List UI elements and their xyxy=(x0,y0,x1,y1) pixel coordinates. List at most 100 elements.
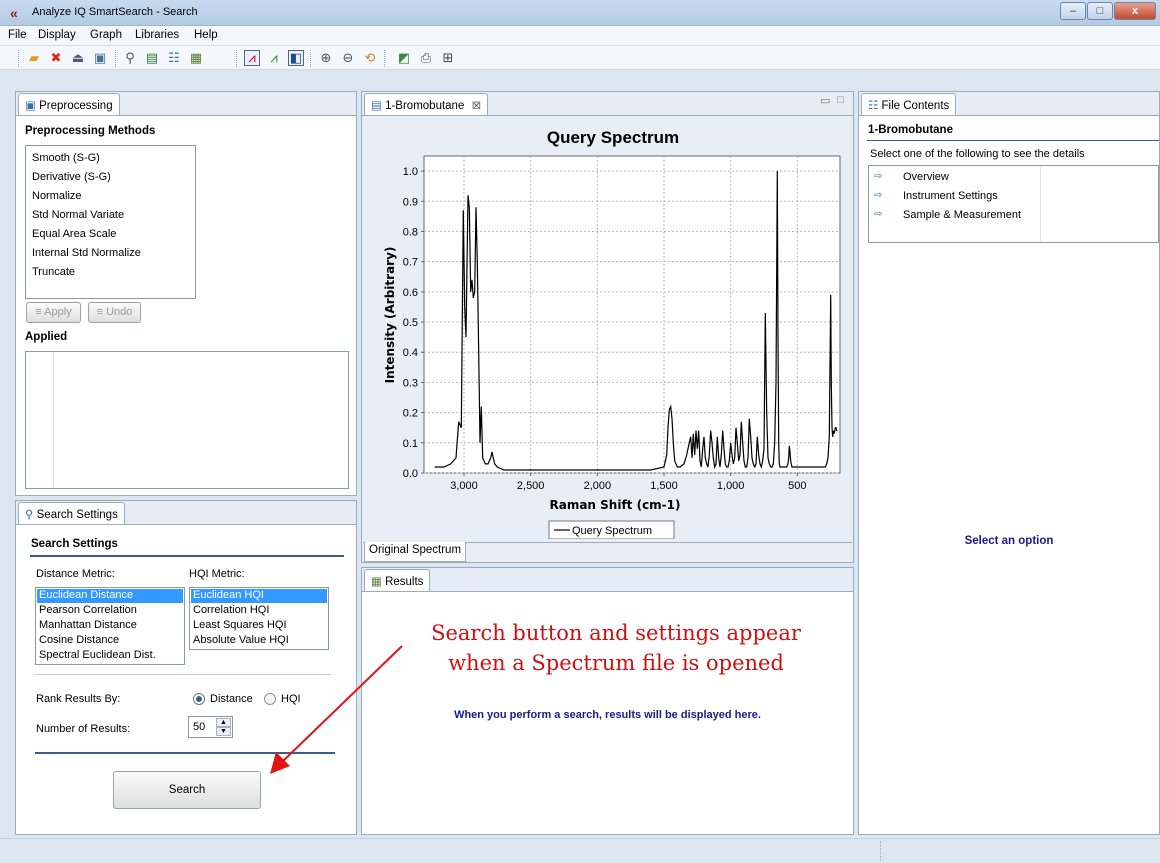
menu-file[interactable]: File xyxy=(8,29,27,41)
file-contents-instruction: Select one of the following to see the d… xyxy=(870,148,1085,160)
hqi-correlation[interactable]: Correlation HQI xyxy=(193,604,269,616)
file-divider xyxy=(867,140,1159,141)
method-std-normal-variate[interactable]: Std Normal Variate xyxy=(32,209,124,221)
minimize-button[interactable]: – xyxy=(1060,2,1086,20)
y-tick-label: 0.3 xyxy=(403,377,418,389)
tab-search-settings[interactable]: ⚲ Search Settings xyxy=(18,502,125,524)
instrument-arrow-icon: ⇨ xyxy=(874,190,883,201)
close-window-button[interactable]: x xyxy=(1114,2,1156,20)
tab-preprocessing[interactable]: ▣ Preprocessing xyxy=(18,93,120,115)
print-icon[interactable]: ⎙ xyxy=(418,50,434,66)
option-sample-measurement[interactable]: Sample & Measurement xyxy=(903,209,1021,221)
number-of-results-label: Number of Results: xyxy=(36,723,131,735)
option-instrument-settings[interactable]: Instrument Settings xyxy=(903,190,998,202)
annotation-line-2: when a Spectrum file is opened xyxy=(448,651,784,675)
legend-label: Query Spectrum xyxy=(572,525,652,537)
y-tick-label: 0.2 xyxy=(403,408,418,420)
preprocessing-methods-list[interactable]: Smooth (S-G) Derivative (S-G) Normalize … xyxy=(25,145,196,299)
zoom-in-icon[interactable]: ⊕ xyxy=(318,50,334,66)
tab-file-contents-label: File Contents xyxy=(881,100,950,112)
back-arrow-icon[interactable]: ◧ xyxy=(288,50,304,66)
option-overview[interactable]: Overview xyxy=(903,171,949,183)
tab-file-contents[interactable]: ☷ File Contents xyxy=(861,93,957,115)
hqi-least-squares[interactable]: Least Squares HQI xyxy=(193,619,287,631)
x-tick-label: 1,000 xyxy=(717,480,745,492)
annotation-arrow xyxy=(270,645,403,774)
section-divider xyxy=(30,555,344,557)
overview-arrow-icon: ⇨ xyxy=(874,171,883,182)
menu-libraries[interactable]: Libraries xyxy=(135,29,179,41)
toolbar-separator xyxy=(384,50,385,67)
distance-euclidean[interactable]: Euclidean Distance xyxy=(39,589,133,601)
x-axis-label: Raman Shift (cm-1) xyxy=(549,498,680,512)
distance-manhattan[interactable]: Manhattan Distance xyxy=(39,619,137,631)
menu-display[interactable]: Display xyxy=(38,29,76,41)
app-logo-icon: « xyxy=(10,5,18,21)
method-smooth[interactable]: Smooth (S-G) xyxy=(32,152,100,164)
y-tick-label: 0.8 xyxy=(403,226,418,238)
search-button[interactable]: Search xyxy=(113,771,261,809)
tab-original-spectrum[interactable]: Original Spectrum xyxy=(364,542,467,562)
toolbar-separator xyxy=(18,50,19,67)
y-tick-label: 0.7 xyxy=(403,257,418,269)
distance-metric-list[interactable]: Euclidean Distance Pearson Correlation M… xyxy=(35,587,185,665)
reset-zoom-icon[interactable]: ⟲ xyxy=(362,50,378,66)
method-internal-std-normalize[interactable]: Internal Std Normalize xyxy=(32,247,141,259)
method-equal-area-scale[interactable]: Equal Area Scale xyxy=(32,228,116,240)
close-tab-icon[interactable]: ⊠ xyxy=(472,100,482,112)
import-icon[interactable]: ⏏ xyxy=(70,50,86,66)
search-settings-tabstrip: ⚲ Search Settings xyxy=(16,501,356,525)
tab-1-bromobutane[interactable]: ▤ 1-Bromobutane ⊠ xyxy=(364,93,489,115)
menu-help[interactable]: Help xyxy=(194,29,218,41)
x-tick-label: 3,000 xyxy=(450,480,478,492)
menu-graph[interactable]: Graph xyxy=(90,29,122,41)
hqi-euclidean[interactable]: Euclidean HQI xyxy=(193,589,264,601)
preprocessing-methods-title: Preprocessing Methods xyxy=(25,125,156,137)
search-settings-title: Search Settings xyxy=(31,538,118,550)
tab-results[interactable]: ▦ Results xyxy=(364,569,431,591)
maximize-button[interactable]: □ xyxy=(1087,2,1113,20)
file-tree-icon[interactable]: ☷ xyxy=(166,50,182,66)
apply-button[interactable]: ≡ Apply xyxy=(26,302,81,323)
chart-overlay-icon[interactable]: ⩘ xyxy=(266,50,282,66)
delete-icon[interactable]: ✖ xyxy=(48,50,64,66)
number-of-results-stepper[interactable]: 50 ▲ ▼ xyxy=(188,716,233,738)
file-options-list[interactable]: ⇨ Overview ⇨ Instrument Settings ⇨ Sampl… xyxy=(868,165,1159,243)
x-tick-label: 500 xyxy=(788,480,806,492)
palette-icon[interactable]: ◩ xyxy=(396,50,412,66)
hqi-metric-label: HQI Metric: xyxy=(189,568,245,580)
method-derivative[interactable]: Derivative (S-G) xyxy=(32,171,111,183)
layout-icon[interactable]: ⊞ xyxy=(440,50,456,66)
method-truncate[interactable]: Truncate xyxy=(32,266,75,278)
chart-line-icon[interactable]: ⩘ xyxy=(244,50,260,66)
stepper-down-icon[interactable]: ▼ xyxy=(216,727,231,736)
open-folder-icon[interactable]: ▰ xyxy=(26,50,42,66)
preprocess-icon[interactable]: ▤ xyxy=(144,50,160,66)
distance-cosine[interactable]: Cosine Distance xyxy=(39,634,119,646)
undo-button[interactable]: ≡ Undo xyxy=(88,302,141,323)
zoom-out-icon[interactable]: ⊖ xyxy=(340,50,356,66)
spectrum-chart[interactable]: Query Spectrum 0.0 0.1 0.2 0.3 0.4 0.5 0.6 0.7 0… xyxy=(367,119,849,539)
apply-icon: ≡ xyxy=(35,306,42,318)
chart-title: Query Spectrum xyxy=(547,128,679,147)
applied-list[interactable] xyxy=(25,351,349,489)
minimize-view-icon[interactable]: ▭ xyxy=(820,94,830,107)
preprocessing-tabstrip: ▣ Preprocessing xyxy=(16,92,356,116)
rank-results-label: Rank Results By: xyxy=(36,693,121,705)
export-icon[interactable]: ▦ xyxy=(188,50,204,66)
maximize-view-icon[interactable]: □ xyxy=(837,94,844,106)
search-icon: ⚲ xyxy=(25,509,34,521)
status-separator xyxy=(880,841,881,861)
method-normalize[interactable]: Normalize xyxy=(32,190,82,202)
distance-spectral-euclidean[interactable]: Spectral Euclidean Dist. xyxy=(39,649,156,661)
x-tick-label: 2,000 xyxy=(584,480,612,492)
save-icon[interactable]: ▣ xyxy=(92,50,108,66)
distance-pearson[interactable]: Pearson Correlation xyxy=(39,604,137,616)
file-contents-panel: ☷ File Contents 1-Bromobutane Select one… xyxy=(858,91,1160,835)
radio-selected-dot xyxy=(196,696,202,702)
menu-bar: File Display Graph Libraries Help xyxy=(0,26,1160,46)
rank-distance-radio[interactable] xyxy=(193,693,205,705)
arrow-head xyxy=(270,752,290,774)
stepper-up-icon[interactable]: ▲ xyxy=(216,718,231,727)
zoom-search-icon[interactable]: ⚲ xyxy=(122,50,138,66)
